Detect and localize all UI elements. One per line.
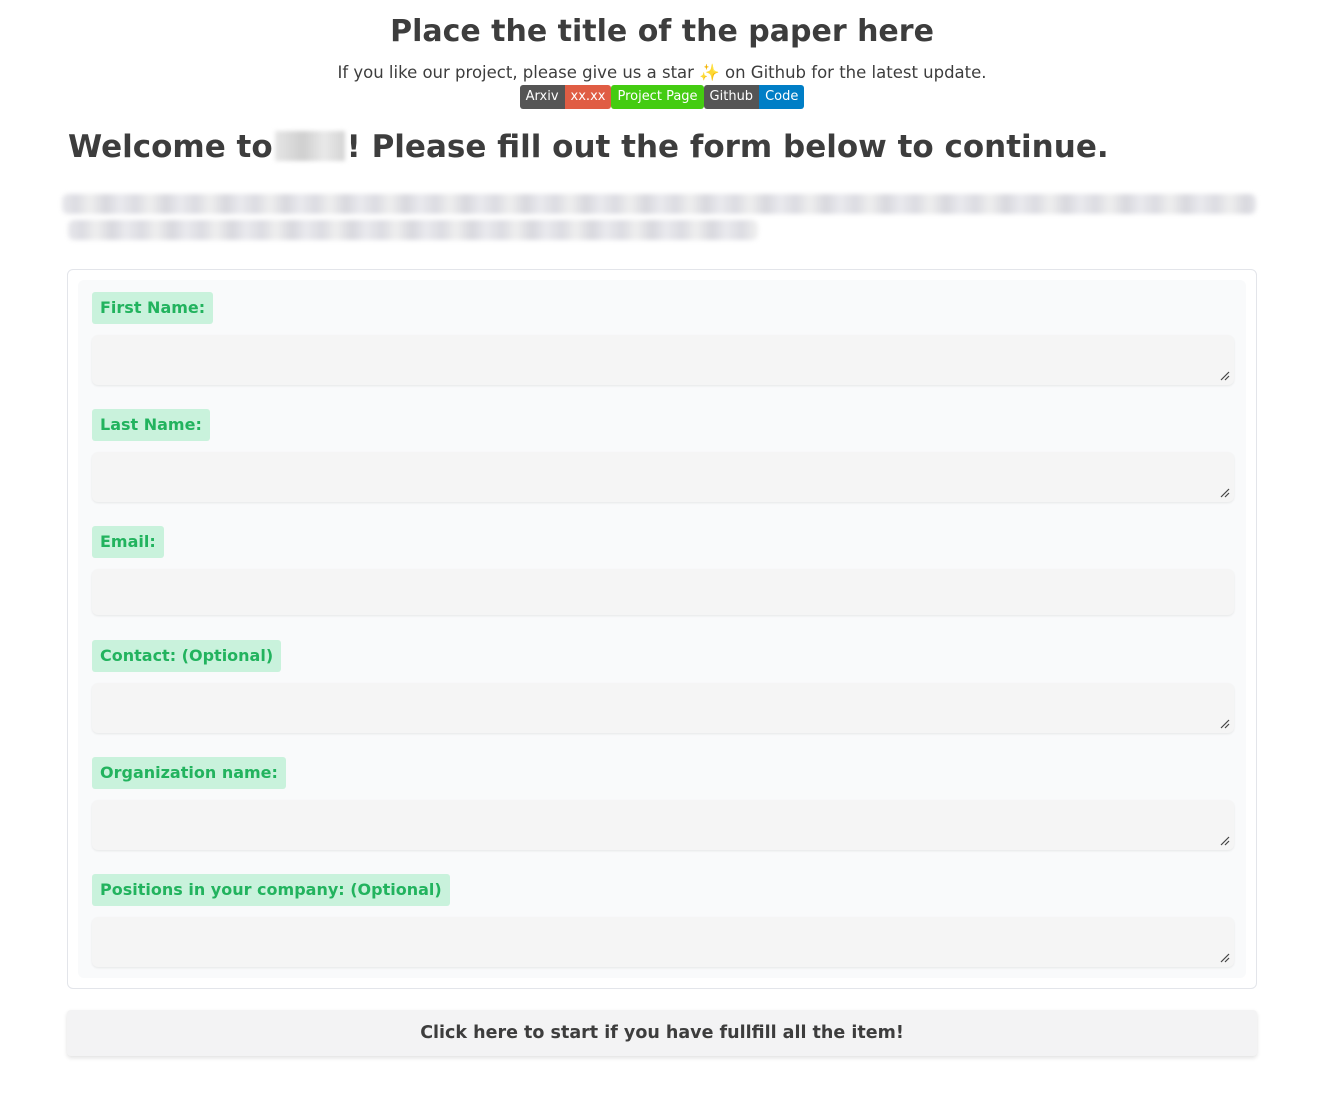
welcome-text-after: ! Please fill out the form below to cont… <box>346 129 1109 165</box>
redacted-name <box>274 131 345 161</box>
arxiv-badge[interactable]: Arxiv xx.xx <box>519 85 612 109</box>
resize-grip-icon[interactable] <box>1220 371 1230 381</box>
resize-grip-icon[interactable] <box>1220 836 1230 846</box>
registration-form: First Name: Last Name: Email: Contact: (… <box>67 269 1257 989</box>
resize-grip-icon[interactable] <box>1220 488 1230 498</box>
github-badge[interactable]: Github Code <box>703 85 805 109</box>
resize-grip-icon[interactable] <box>1220 719 1230 729</box>
last-name-input[interactable] <box>92 452 1234 502</box>
contact-input[interactable] <box>92 683 1234 733</box>
project-page-badge[interactable]: Project Page <box>611 85 704 109</box>
github-badge-value: Code <box>759 85 805 109</box>
organization-label: Organization name: <box>92 757 286 789</box>
email-label: Email: <box>92 526 164 558</box>
organization-input[interactable] <box>92 800 1234 850</box>
last-name-label: Last Name: <box>92 409 210 441</box>
page-title: Place the title of the paper here <box>390 14 934 49</box>
arxiv-badge-value: xx.xx <box>564 85 612 109</box>
position-label: Positions in your company: (Optional) <box>92 874 450 906</box>
github-badge-label: Github <box>703 85 760 109</box>
subtitle: If you like our project, please give us … <box>0 63 1324 83</box>
position-input[interactable] <box>92 917 1234 967</box>
header: Place the title of the paper here If you… <box>0 0 1324 109</box>
badge-row: Arxiv xx.xx Project Page Github Code <box>519 85 805 109</box>
resize-grip-icon[interactable] <box>1220 953 1230 963</box>
sparkle-icon: ✨ <box>699 63 720 82</box>
redacted-paragraph <box>62 190 1258 242</box>
welcome-text-before: Welcome to <box>68 129 273 165</box>
subtitle-text-after: on Github for the latest update. <box>725 63 987 82</box>
contact-label: Contact: (Optional) <box>92 640 282 672</box>
subtitle-text-before: If you like our project, please give us … <box>337 63 694 82</box>
first-name-input[interactable] <box>92 335 1234 385</box>
start-button[interactable]: Click here to start if you have fullfill… <box>67 1010 1257 1056</box>
form-body: First Name: Last Name: Email: Contact: (… <box>78 280 1246 978</box>
email-input[interactable] <box>92 569 1234 615</box>
welcome-heading: Welcome to ! Please fill out the form bel… <box>68 125 1109 169</box>
first-name-label: First Name: <box>92 292 214 324</box>
arxiv-badge-label: Arxiv <box>519 85 565 109</box>
